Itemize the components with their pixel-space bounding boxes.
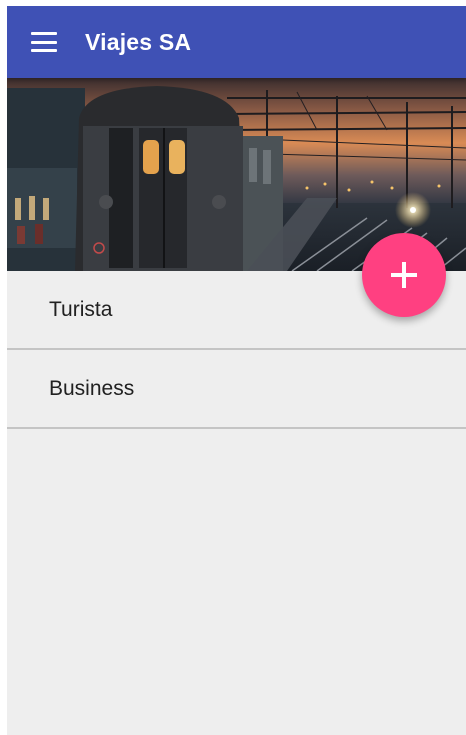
hamburger-menu-icon[interactable] xyxy=(31,32,57,52)
list-item-label: Business xyxy=(49,376,135,400)
app-screen: Viajes SA Turista Business xyxy=(7,6,466,735)
list-item-business[interactable]: Business xyxy=(7,350,466,429)
add-icon-vertical xyxy=(402,262,406,288)
add-button[interactable] xyxy=(362,233,446,317)
list-item-label: Turista xyxy=(49,297,113,321)
app-bar: Viajes SA xyxy=(7,6,466,78)
app-title: Viajes SA xyxy=(85,28,192,55)
